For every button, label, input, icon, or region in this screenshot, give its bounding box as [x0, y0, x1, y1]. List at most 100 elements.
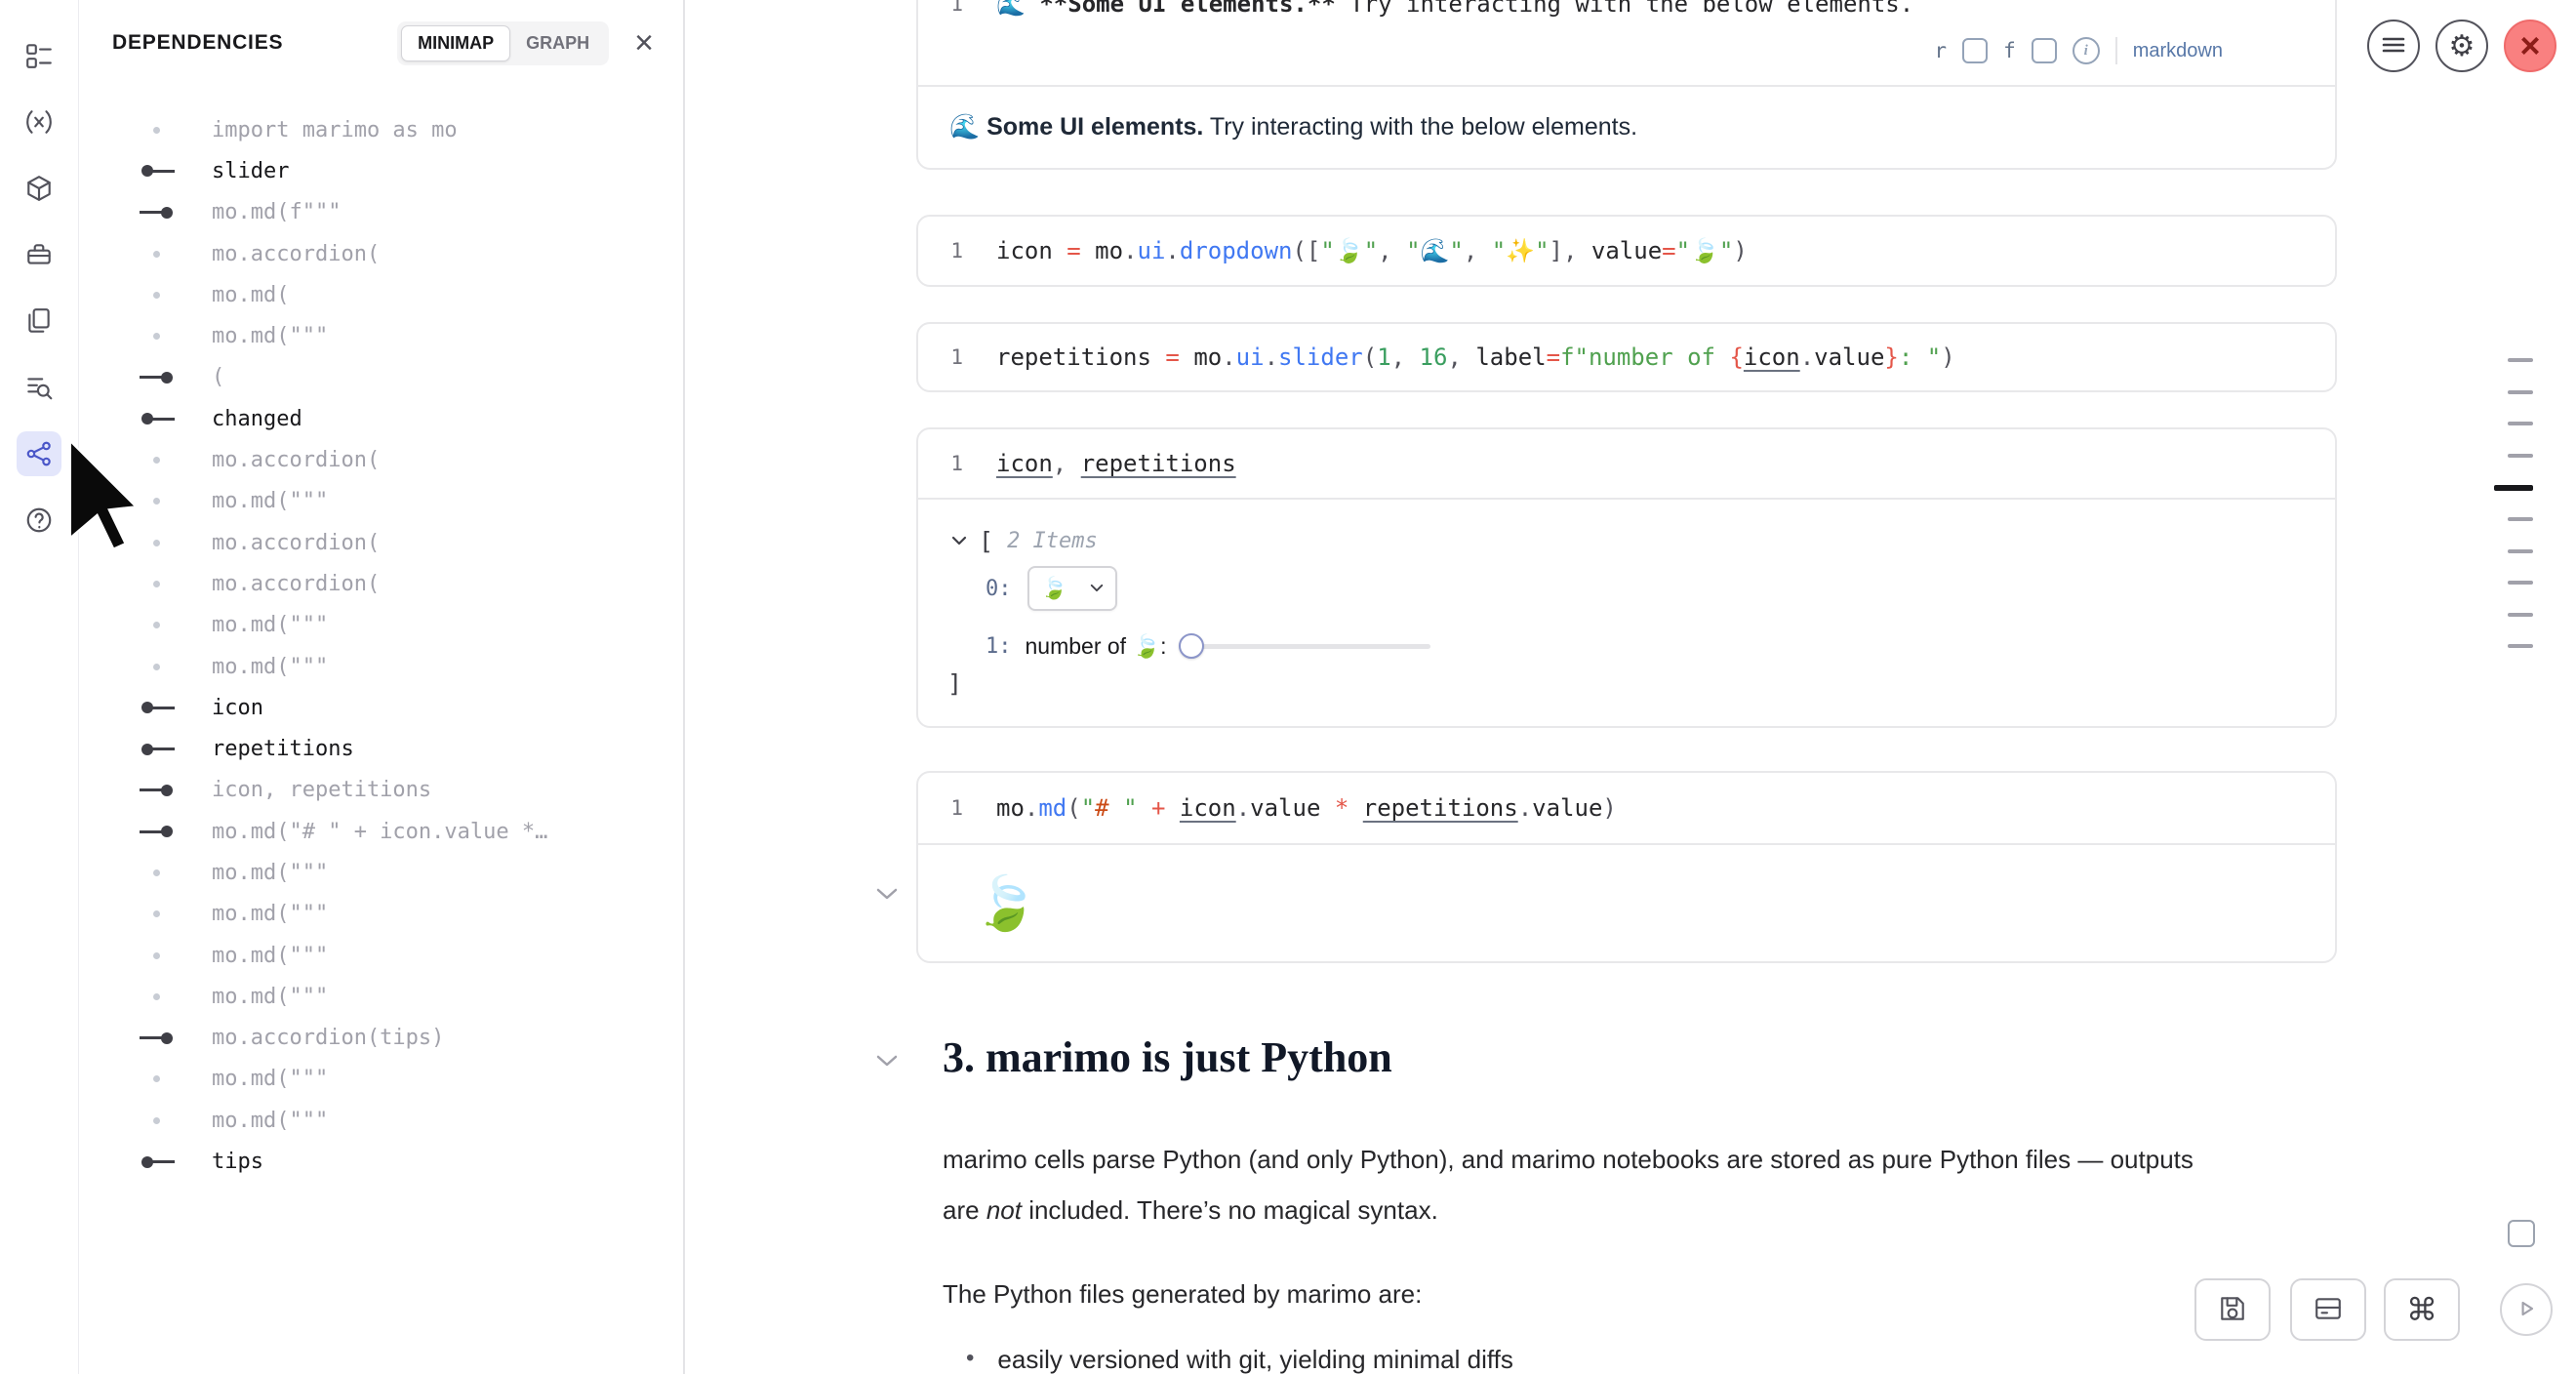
dependency-item[interactable]: mo.accordion( — [79, 233, 683, 274]
marimo-notebook-app: DEPENDENCIES MINIMAP GRAPH × import mari… — [0, 0, 2576, 1374]
code-cell[interactable]: 1 mo.md("# " + icon.value * repetitions.… — [916, 771, 2337, 963]
cell-dot-marker — [138, 563, 181, 604]
menu-button[interactable] — [2367, 20, 2420, 72]
minimap-line[interactable] — [2508, 517, 2533, 521]
code-cell[interactable]: 1 icon, repetitions [ 2 Items 0: 🍃 — [916, 427, 2337, 728]
format-checkbox[interactable] — [2032, 38, 2057, 63]
dropdown-select[interactable]: 🍃 — [1027, 566, 1117, 611]
run-button[interactable] — [2500, 1283, 2553, 1336]
collapse-section-icon[interactable] — [874, 1053, 904, 1072]
minimap-line[interactable] — [2508, 549, 2533, 553]
slider-knob[interactable] — [1179, 633, 1204, 659]
cell-language-label[interactable]: markdown — [2133, 40, 2223, 62]
dependency-item[interactable]: mo.md(""" — [79, 1059, 683, 1100]
dependency-item-label: import marimo as mo — [212, 118, 458, 142]
dependency-item[interactable]: slider — [79, 150, 683, 191]
toolbox-icon[interactable] — [17, 232, 61, 277]
definition-marker — [138, 1141, 181, 1182]
cell-dot-marker — [138, 274, 181, 315]
settings-button[interactable]: ⚙ — [2435, 20, 2488, 72]
layout-button[interactable] — [2290, 1278, 2366, 1341]
cell-dot-marker — [138, 481, 181, 522]
dependency-item[interactable]: mo.accordion( — [79, 563, 683, 604]
run-checkbox[interactable] — [1962, 38, 1988, 63]
code-line[interactable]: icon = mo.ui.dropdown(["🍃", "🌊", "✨"], v… — [996, 237, 1748, 264]
dependency-item[interactable]: mo.md(""" — [79, 894, 683, 935]
documents-icon[interactable] — [17, 299, 61, 344]
dependency-item[interactable]: import marimo as mo — [79, 109, 683, 150]
cell-dot-marker — [138, 1059, 181, 1100]
output-tree: [ 2 Items 0: 🍃 1: number of 🍃: — [918, 500, 2335, 726]
close-panel-button[interactable]: × — [634, 26, 654, 60]
tab-minimap[interactable]: MINIMAP — [401, 25, 510, 61]
code-editor-row: 1 mo.md("# " + icon.value * repetitions.… — [918, 773, 2335, 845]
chevron-down-icon — [1090, 580, 1104, 597]
dependency-item[interactable]: mo.accordion( — [79, 522, 683, 563]
variables-icon[interactable] — [17, 100, 61, 144]
minimap-line-active[interactable] — [2494, 485, 2533, 491]
dependency-item[interactable]: mo.md(""" — [79, 646, 683, 687]
menu-icon — [2382, 35, 2405, 58]
close-bracket: ] — [947, 669, 962, 698]
minimap-line[interactable] — [2508, 454, 2533, 458]
minimap-line[interactable] — [2508, 390, 2533, 394]
slider-track[interactable] — [1179, 644, 1430, 649]
dependency-item[interactable]: mo.accordion( — [79, 439, 683, 480]
view-toggle: MINIMAP GRAPH — [397, 21, 609, 65]
dependency-item[interactable]: mo.md(""" — [79, 976, 683, 1017]
dependency-item[interactable]: mo.md( — [79, 274, 683, 315]
dependency-item[interactable]: mo.md(""" — [79, 1100, 683, 1141]
definition-marker — [138, 728, 181, 769]
keyboard-shortcuts-button[interactable]: ⌘ — [2384, 1278, 2460, 1341]
left-icon-sidebar — [0, 0, 79, 1374]
markdown-cell[interactable]: 1 🌊 **Some UI elements.** Try interactin… — [916, 0, 2337, 170]
code-line[interactable]: icon, repetitions — [996, 450, 1236, 477]
panel-toggle-button[interactable] — [2508, 1217, 2541, 1250]
dependency-item[interactable]: mo.md(""" — [79, 315, 683, 356]
dependency-item[interactable]: mo.accordion(tips) — [79, 1018, 683, 1059]
paragraph: The Python files generated by marimo are… — [943, 1269, 1422, 1319]
dependency-item[interactable]: icon, repetitions — [79, 770, 683, 811]
minimap-line[interactable] — [2508, 613, 2533, 617]
slider[interactable] — [1179, 632, 1430, 660]
minimap-line[interactable] — [2508, 644, 2533, 648]
line-number: 1 — [918, 239, 963, 263]
dependency-item[interactable]: mo.md(f""" — [79, 192, 683, 233]
list-item: • easily versioned with git, yielding mi… — [966, 1345, 1513, 1374]
dependency-item-label: mo.md(""" — [212, 655, 328, 679]
markdown-output: 🌊 Some UI elements. Try interacting with… — [918, 85, 2335, 168]
dependency-item[interactable]: mo.md("# " + icon.value *… — [79, 811, 683, 852]
code-cell[interactable]: 1 icon = mo.ui.dropdown(["🍃", "🌊", "✨"],… — [916, 215, 2337, 287]
dependency-item[interactable]: mo.md(""" — [79, 852, 683, 893]
cell-dot-marker — [138, 852, 181, 893]
dependencies-panel: DEPENDENCIES MINIMAP GRAPH × import mari… — [79, 0, 685, 1374]
list-search-icon[interactable] — [17, 365, 61, 410]
minimap-line[interactable] — [2508, 581, 2533, 585]
minimap-line[interactable] — [2508, 358, 2533, 362]
dependency-item[interactable]: repetitions — [79, 728, 683, 769]
minimap-line[interactable] — [2508, 422, 2533, 425]
save-button[interactable] — [2194, 1278, 2271, 1341]
code-line[interactable]: repetitions = mo.ui.slider(1, 16, label=… — [996, 344, 1955, 371]
dependency-graph-icon[interactable] — [17, 431, 61, 476]
help-icon[interactable] — [17, 498, 61, 543]
tab-graph[interactable]: GRAPH — [510, 25, 605, 61]
dependency-item[interactable]: tips — [79, 1141, 683, 1182]
shutdown-button[interactable]: × — [2504, 20, 2556, 72]
dependency-item[interactable]: ( — [79, 357, 683, 398]
dependency-item[interactable]: changed — [79, 398, 683, 439]
info-icon[interactable]: i — [2073, 37, 2100, 64]
code-line[interactable]: 🌊 **Some UI elements.** Try interacting … — [996, 0, 1913, 18]
collapse-output-icon[interactable] — [874, 886, 904, 906]
dependency-item[interactable]: mo.md(""" — [79, 605, 683, 646]
packages-icon[interactable] — [17, 166, 61, 211]
tree-collapse-icon[interactable] — [951, 533, 967, 550]
dependency-item[interactable]: mo.md(""" — [79, 935, 683, 976]
cell-dot-marker — [138, 233, 181, 274]
code-line[interactable]: mo.md("# " + icon.value * repetitions.va… — [996, 794, 1617, 822]
section-heading: 3. marimo is just Python — [943, 1032, 1392, 1082]
dependency-item[interactable]: icon — [79, 687, 683, 728]
code-cell[interactable]: 1 repetitions = mo.ui.slider(1, 16, labe… — [916, 322, 2337, 392]
dependency-item[interactable]: mo.md(""" — [79, 481, 683, 522]
file-tree-icon[interactable] — [17, 33, 61, 78]
